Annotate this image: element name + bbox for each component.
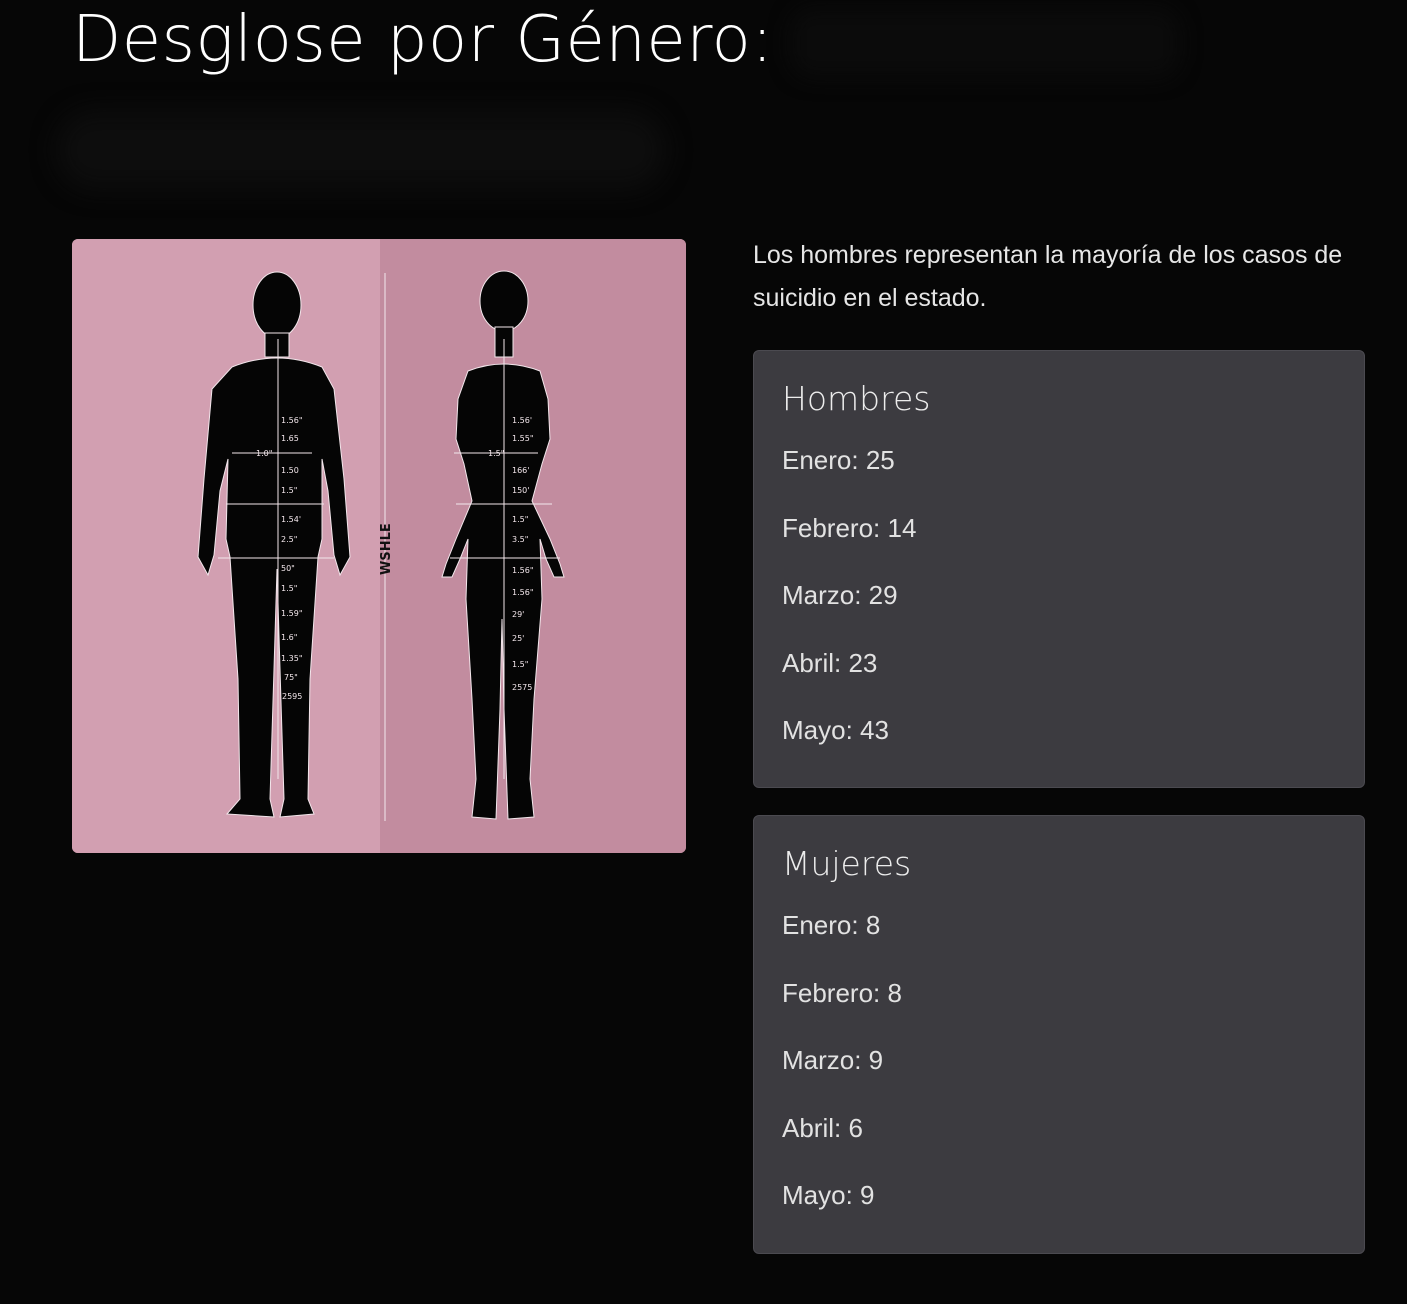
intro-text: Los hombres representan la mayoría de lo… xyxy=(753,241,1343,312)
silhouettes-illustration: WSHLE 1.56" 1.65 1.50 1.5" 1.54' 2.5" 50… xyxy=(72,239,686,853)
male-measure-3: 1.50 xyxy=(281,466,299,475)
women-panel-title: Mujeres xyxy=(782,844,912,883)
men-month-item: Abril: 23 xyxy=(782,647,878,678)
male-measure-8: 1.5" xyxy=(281,584,297,593)
female-measure-2: 1.55" xyxy=(512,434,534,443)
male-side-label: 1.0" xyxy=(256,449,272,458)
men-panel: Hombres Enero: 25 Febrero: 14 Marzo: 29 … xyxy=(753,350,1365,788)
page: Desglose por Género: WSHLE 1.56" 1.65 1.… xyxy=(0,0,1407,1304)
female-side-label: 1.5" xyxy=(488,449,504,458)
male-measure-9: 1.59" xyxy=(281,609,303,618)
women-month-item: Enero: 8 xyxy=(782,910,881,940)
page-title: Desglose por Género: xyxy=(72,3,774,77)
male-measure-12: 75" xyxy=(284,673,298,682)
women-monthly-list: Enero: 8 Febrero: 8 Marzo: 9 Abril: 6 Ma… xyxy=(782,908,1336,1212)
men-monthly-list: Enero: 25 Febrero: 14 Marzo: 29 Abril: 2… xyxy=(782,443,1336,747)
male-measure-5: 1.54' xyxy=(281,515,301,524)
female-measure-11: 1.5" xyxy=(512,660,528,669)
male-measure-13: 2595 xyxy=(282,692,302,701)
male-measure-6: 2.5" xyxy=(281,535,297,544)
female-measure-10: 25' xyxy=(512,634,524,643)
male-measure-2: 1.65 xyxy=(281,434,299,443)
male-measure-4: 1.5" xyxy=(281,486,297,495)
female-measure-6: 3.5" xyxy=(512,535,528,544)
female-measure-5: 1.5" xyxy=(512,515,528,524)
female-measure-1: 1.56' xyxy=(512,416,532,425)
men-month-item: Mayo: 43 xyxy=(782,715,889,745)
women-month-item: Febrero: 8 xyxy=(782,977,902,1008)
men-panel-title: Hombres xyxy=(782,379,931,418)
men-month-item: Marzo: 29 xyxy=(782,580,898,610)
vertical-height-label: WSHLE xyxy=(379,523,394,575)
female-measure-3: 166' xyxy=(512,466,529,475)
body-silhouettes-image: WSHLE 1.56" 1.65 1.50 1.5" 1.54' 2.5" 50… xyxy=(72,239,686,853)
female-measure-8: 1.56" xyxy=(512,588,534,597)
men-month-item: Febrero: 14 xyxy=(782,512,917,543)
men-month-item: Enero: 25 xyxy=(782,445,895,475)
male-measure-7: 50" xyxy=(281,564,295,573)
female-measure-9: 29' xyxy=(512,610,524,619)
women-month-item: Marzo: 9 xyxy=(782,1045,884,1075)
women-month-item: Abril: 6 xyxy=(782,1112,863,1143)
blurred-subtitle xyxy=(56,110,666,190)
male-measure-10: 1.6" xyxy=(281,633,297,642)
female-measure-12: 2575 xyxy=(512,683,532,692)
women-panel: Mujeres Enero: 8 Febrero: 8 Marzo: 9 Abr… xyxy=(753,815,1365,1254)
female-measure-4: 150' xyxy=(512,486,529,495)
male-measure-1: 1.56" xyxy=(281,416,303,425)
blurred-title-extension xyxy=(790,8,1180,78)
male-measure-11: 1.35" xyxy=(281,654,303,663)
female-measure-7: 1.56" xyxy=(512,566,534,575)
women-month-item: Mayo: 9 xyxy=(782,1180,875,1210)
